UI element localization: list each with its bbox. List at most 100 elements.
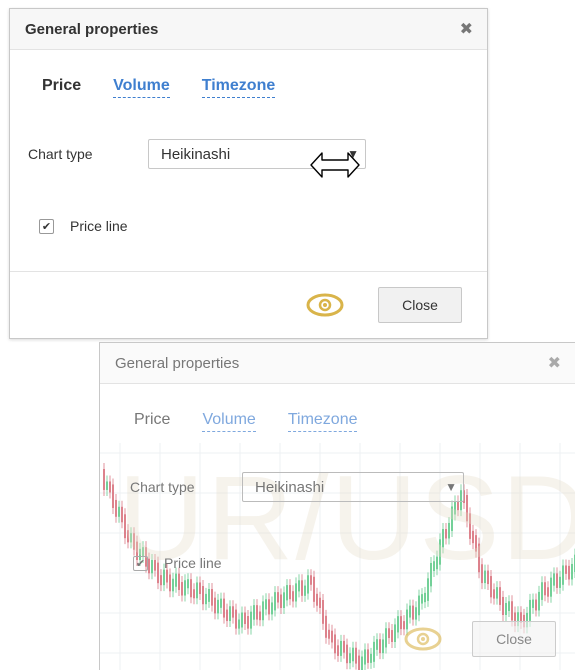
candle-body	[370, 653, 372, 663]
tab-price[interactable]: Price	[42, 77, 81, 98]
preview-tab-volume: Volume	[202, 411, 256, 432]
candle-body	[328, 629, 330, 639]
candle-body	[532, 599, 534, 608]
candle-body	[238, 619, 240, 629]
candle-body	[496, 587, 498, 599]
candle-body	[268, 599, 270, 615]
candle-body	[424, 592, 426, 603]
candle-body	[271, 602, 273, 615]
candle-body	[250, 611, 252, 629]
candle-body	[115, 499, 117, 517]
candle-body	[367, 649, 369, 663]
candle-body	[103, 469, 105, 490]
candle-body	[415, 607, 417, 620]
chart-type-label: Chart type	[28, 146, 93, 162]
candle-body	[286, 585, 288, 601]
preview-price-line-label: Price line	[164, 555, 222, 571]
preview-close-icon: ✖	[547, 355, 561, 372]
candle-body	[112, 484, 114, 508]
candle-body	[208, 589, 210, 602]
preview-caret-down-icon: ▼	[445, 480, 457, 494]
candle-body	[505, 603, 507, 615]
candle-body	[193, 589, 195, 599]
candle-body	[211, 589, 213, 606]
close-button[interactable]: Close	[378, 287, 462, 323]
candle-body	[529, 599, 531, 621]
candle-body	[502, 596, 504, 615]
candle-body	[418, 595, 420, 616]
candle-body	[259, 611, 261, 621]
price-line-checkbox[interactable]: ✔	[39, 218, 54, 234]
candle-body	[397, 616, 399, 633]
tab-timezone[interactable]: Timezone	[201, 77, 276, 98]
preview-tab-timezone: Timezone	[287, 411, 358, 432]
price-line-label: Price line	[70, 218, 128, 234]
preview-chart-type-value: Heikinashi	[255, 478, 325, 496]
candle-body	[364, 649, 366, 665]
candle-body	[409, 605, 411, 618]
candle-body	[547, 587, 549, 597]
candle-body	[223, 598, 225, 618]
candle-body	[382, 639, 384, 654]
candle-body	[352, 647, 354, 662]
candle-body	[244, 612, 246, 625]
dialog-title: General properties	[25, 20, 159, 38]
preview-dialog-title: General properties	[115, 354, 240, 372]
candle-body	[376, 639, 378, 650]
candle-body	[349, 653, 351, 664]
preview-tab-price: Price	[134, 411, 171, 428]
candle-body	[289, 585, 291, 600]
candle-body	[361, 656, 363, 670]
candle-body	[508, 601, 510, 612]
candle-body	[214, 597, 216, 614]
dialog-titlebar[interactable]: General properties ✖	[10, 9, 487, 50]
preview-chart-type-select: Heikinashi ▼	[242, 472, 464, 502]
candle-body	[232, 606, 234, 618]
candle-body	[379, 639, 381, 654]
candle-body	[535, 599, 537, 611]
candle-body	[202, 586, 204, 605]
chart-type-value: Heikinashi	[161, 145, 231, 163]
candle-body	[241, 612, 243, 628]
preview-eye-icon	[404, 627, 442, 651]
candle-body	[322, 600, 324, 624]
preview-close-button: Close	[472, 621, 556, 657]
preview-dialog: UR/USD,4 General properties ✖ Price Volu…	[99, 342, 575, 670]
tab-volume[interactable]: Volume	[113, 77, 170, 98]
candle-body	[256, 605, 258, 620]
candle-body	[292, 591, 294, 602]
candle-body	[280, 594, 282, 608]
candle-body	[394, 624, 396, 642]
candle-body	[346, 644, 348, 664]
candle-body	[283, 592, 285, 608]
candle-body	[217, 599, 219, 614]
candle-body	[316, 593, 318, 606]
eye-icon[interactable]	[306, 293, 344, 317]
preview-price-line-row: ✔ Price line	[133, 555, 222, 571]
candle-body	[355, 647, 357, 664]
candle-body	[400, 616, 402, 630]
candle-body	[109, 481, 111, 493]
candle-body	[106, 481, 108, 490]
candle-body	[229, 606, 231, 622]
candle-body	[385, 628, 387, 648]
candle-body	[253, 605, 255, 620]
candle-body	[262, 601, 264, 621]
preview-chart-type-label: Chart type	[130, 479, 195, 495]
candle-body	[421, 594, 423, 604]
close-icon[interactable]: ✖	[460, 19, 473, 39]
candle-body	[304, 585, 306, 596]
candle-body	[247, 616, 249, 629]
candle-body	[412, 605, 414, 620]
candle-body	[226, 609, 228, 622]
horizontal-resize-cursor-icon	[310, 152, 360, 178]
candle-body	[340, 640, 342, 656]
candle-body	[265, 599, 267, 610]
price-line-row[interactable]: ✔ Price line	[39, 218, 128, 234]
candle-body	[334, 634, 336, 654]
candle-body	[220, 598, 222, 608]
candle-body	[511, 601, 513, 621]
candle-body	[319, 597, 321, 609]
tab-bar: Price Volume Timezone	[42, 77, 307, 98]
preview-dialog-titlebar: General properties ✖	[100, 343, 575, 384]
